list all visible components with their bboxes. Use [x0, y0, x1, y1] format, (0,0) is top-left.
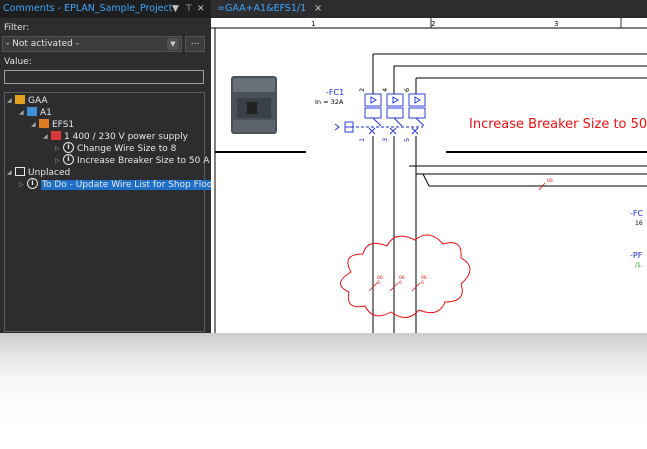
- revision-cloud: [340, 234, 471, 318]
- close-icon[interactable]: ✕: [197, 3, 205, 15]
- breaker-symbol: [334, 93, 426, 135]
- expanded-arrow-icon[interactable]: ◢: [43, 131, 51, 143]
- device-tag: -FC: [630, 209, 643, 218]
- expanded-arrow-icon[interactable]: ◢: [31, 119, 39, 131]
- panel-title-bar: Comments - EPLAN_Sample_Project ▼ ⊤ ✕: [0, 0, 211, 18]
- wire-mark-sub: 6: [377, 280, 380, 286]
- breaker-annotation: Increase Breaker Size to 50 A: [469, 117, 647, 132]
- info-icon: i: [27, 178, 38, 189]
- chevron-down-icon[interactable]: ▼: [172, 3, 179, 15]
- breaker-product-image: [231, 76, 277, 134]
- eplan-window: Comments - EPLAN_Sample_Project ▼ ⊤ ✕ Fi…: [0, 0, 647, 449]
- location-icon: [27, 107, 37, 116]
- value-label: Value:: [4, 57, 32, 67]
- tree-node-todo[interactable]: ▷ i To Do - Update Wire List for Shop Floo…: [19, 178, 220, 191]
- tree-node-comment[interactable]: ▷ i Change Wire Size to 8: [55, 142, 176, 155]
- expanded-arrow-icon[interactable]: ◢: [7, 95, 15, 107]
- tree-node-page[interactable]: ◢ 1 400 / 230 V power supply: [43, 131, 188, 143]
- terminal-number: 2: [358, 88, 366, 92]
- terminal-number: 3: [381, 138, 389, 142]
- tab-schematic-page[interactable]: =GAA+A1&EFS1/1 ×: [211, 0, 322, 18]
- schematic-canvas[interactable]: 1 2 3 -FC1 In = 32A 2 4 6 1 3 5 Increase…: [211, 18, 647, 333]
- info-icon: i: [63, 142, 74, 153]
- pin-icon[interactable]: ⊤: [185, 3, 193, 15]
- tree-node-comment[interactable]: ▷ i Increase Breaker Size to 50 A: [55, 154, 209, 167]
- tree-node-unplaced[interactable]: ◢ Unplaced: [7, 167, 70, 179]
- info-icon: i: [63, 154, 74, 165]
- terminal-number: 1: [358, 138, 366, 142]
- tab-close-icon[interactable]: ×: [314, 3, 322, 14]
- terminal-number: 4: [381, 88, 389, 92]
- breaker-tag: -FC1: [326, 88, 344, 97]
- tree-node-a1[interactable]: ◢ A1: [19, 107, 52, 119]
- dropdown-arrow-icon[interactable]: ▼: [167, 38, 179, 50]
- terminal-number: 5: [403, 138, 411, 142]
- collapsed-arrow-icon[interactable]: ▷: [55, 155, 63, 167]
- tree-node-gaa[interactable]: ◢ GAA: [7, 95, 48, 107]
- page-icon: [51, 131, 61, 140]
- filter-label: Filter:: [4, 23, 30, 33]
- device-subtag: 16: [635, 220, 643, 227]
- tab-label: =GAA+A1&EFS1/1: [217, 3, 307, 14]
- wire: [422, 173, 430, 187]
- filter-value: - Not activated -: [6, 39, 79, 49]
- value-input[interactable]: [4, 70, 204, 84]
- filter-select[interactable]: - Not activated - ▼: [2, 36, 182, 52]
- device-tag: -PF: [630, 251, 643, 260]
- column-number: 3: [554, 20, 558, 28]
- wire-mark-sub: 6: [421, 280, 424, 286]
- column-number: 2: [431, 20, 435, 28]
- reflection-fade: [0, 333, 647, 449]
- wire-mark-sub: 6: [399, 280, 402, 286]
- comments-tree: ◢ GAA ◢ A1 ◢ EFS1 ◢ 1 400 / 230 V power supp…: [4, 92, 220, 332]
- comments-panel: Comments - EPLAN_Sample_Project ▼ ⊤ ✕ Fi…: [0, 0, 220, 333]
- expanded-arrow-icon[interactable]: ◢: [7, 167, 15, 179]
- filter-more-button[interactable]: ...: [185, 36, 205, 52]
- folder-icon: [15, 95, 25, 104]
- collapsed-arrow-icon[interactable]: ▷: [55, 143, 63, 155]
- expanded-arrow-icon[interactable]: ◢: [19, 107, 27, 119]
- column-number: 1: [311, 20, 315, 28]
- selected-item-label: To Do - Update Wire List for Shop Floor: [41, 180, 220, 190]
- panel-title: Comments - EPLAN_Sample_Project: [3, 3, 173, 14]
- device-subtag: /1.: [635, 262, 643, 269]
- breaker-rating: In = 32A: [315, 98, 344, 106]
- tree-node-efs1[interactable]: ◢ EFS1: [31, 119, 74, 131]
- terminal-number: 6: [403, 88, 411, 92]
- wire-mark-label: 06: [547, 178, 553, 184]
- collapsed-arrow-icon[interactable]: ▷: [19, 179, 27, 191]
- unplaced-icon: [15, 167, 25, 176]
- schematic-drawing: 1 2 3 -FC1 In = 32A 2 4 6 1 3 5 Increase…: [211, 18, 647, 333]
- function-icon: [39, 119, 49, 128]
- document-tab-bar: =GAA+A1&EFS1/1 ×: [211, 0, 647, 18]
